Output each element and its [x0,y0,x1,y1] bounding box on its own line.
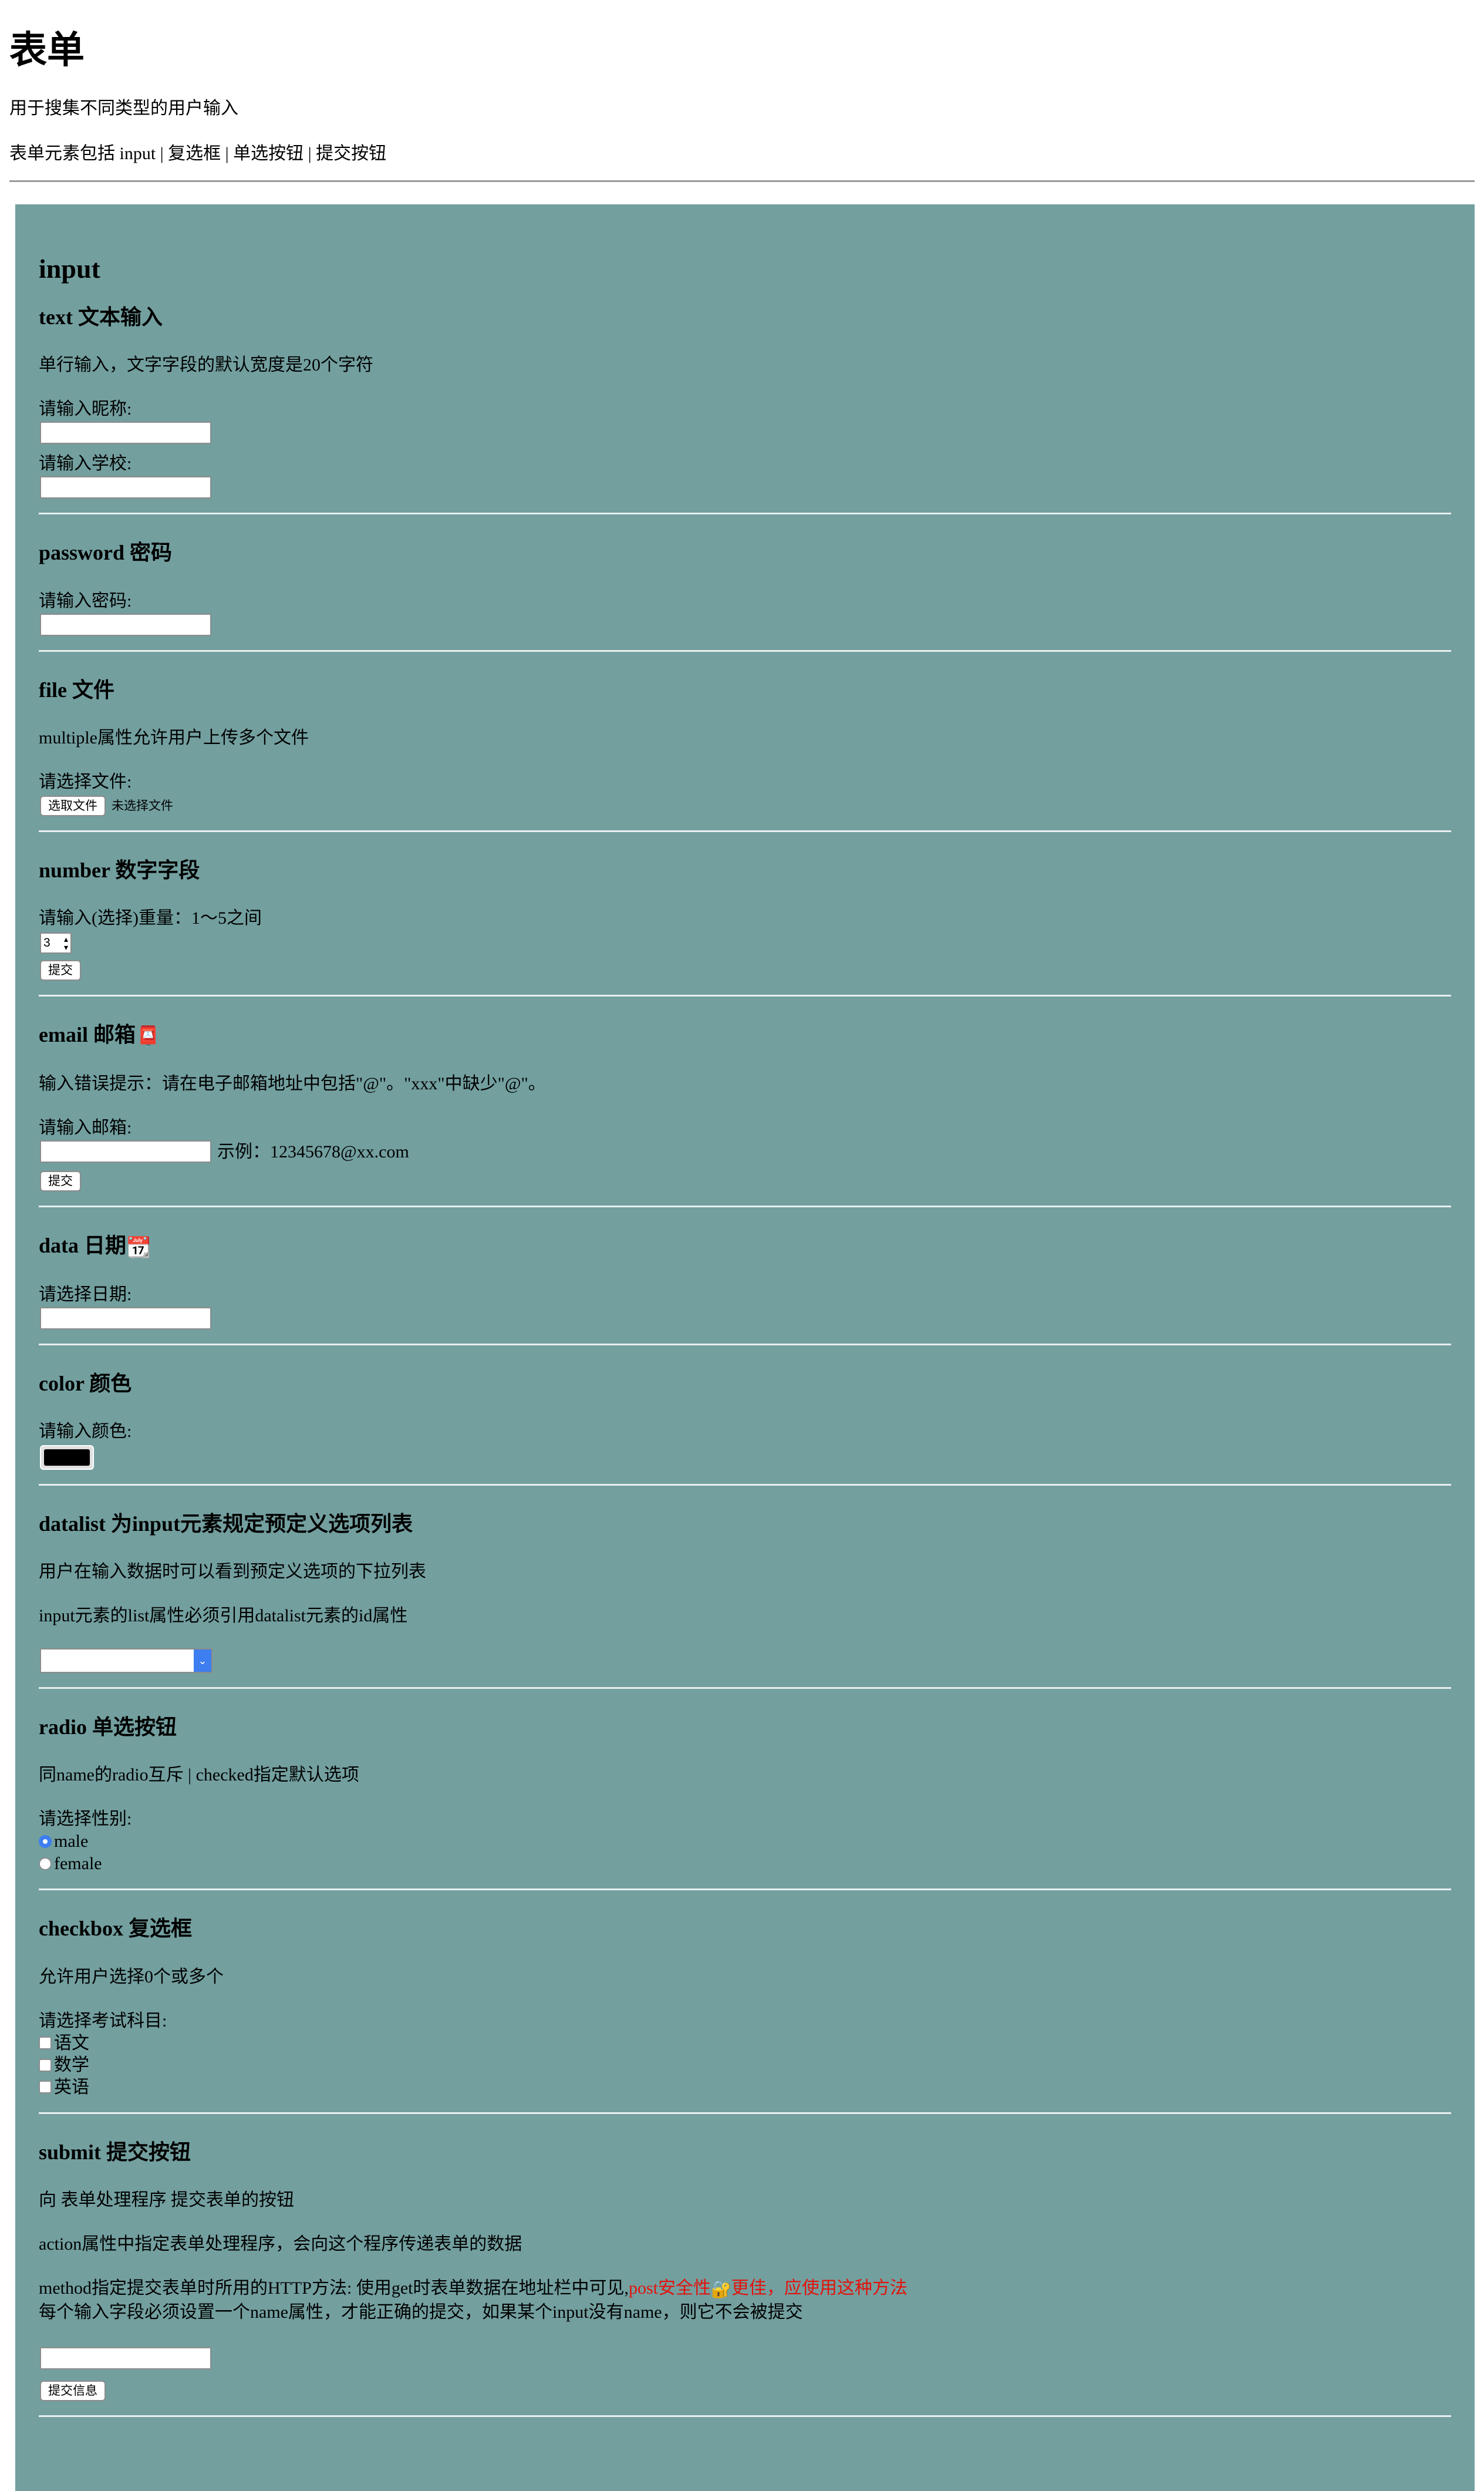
date-input[interactable] [40,1307,211,1329]
page: 表单 用于搜集不同类型的用户输入 表单元素包括 input | 复选框 | 单选… [9,0,1475,182]
number-value: 3 [43,935,50,950]
section-divider [39,1205,1451,1207]
password-input[interactable] [40,613,211,636]
post-recommend-text: 更佳，应使用这种方法 [731,2278,908,2298]
section-divider [39,513,1451,515]
email-heading: email 邮箱📮 [39,1022,1451,1049]
radio-description: 同name的radio互斥 | checked指定默认选项 [39,1765,359,1785]
checkbox-heading: checkbox 复选框 [39,1917,193,1941]
weight-number-input[interactable]: 3 ▴ ▾ [40,932,72,954]
date-label: 请选择日期: [39,1284,132,1304]
section-divider [39,994,1451,997]
submit-heading: submit 提交按钮 [39,2140,191,2165]
stepper-icon[interactable]: ▴ ▾ [64,935,68,951]
number-submit-button[interactable]: 提交 [40,960,81,981]
form-elements-summary: 表单元素包括 input | 复选框 | 单选按钮 | 提交按钮 [9,143,387,163]
email-row: 示例：12345678@xx.com [39,1140,1451,1163]
password-heading: password 密码 [39,541,173,565]
radio-male[interactable] [39,1835,52,1849]
top-divider [9,180,1475,182]
section-divider [39,1889,1451,1891]
radio-label-male: male [54,1832,89,1852]
file-picker: 选取文件 未选择文件 [39,795,1451,816]
number-label: 请输入(选择)重量：1～5之间 [39,908,262,928]
gender-label: 请选择性别: [39,1809,132,1829]
datalist-input[interactable]: ⌄ [40,1648,213,1674]
page-title: 表单 [9,29,85,71]
checkbox-english[interactable] [39,2081,52,2094]
method-description: method指定提交表单时所用的HTTP方法: 使用get时表单数据在地址栏中可… [39,2277,1451,2300]
checkbox-label-math: 数学 [54,2055,89,2075]
page-subtitle: 用于搜集不同类型的用户输入 [9,98,238,118]
lock-icon: 🔐 [711,2280,731,2300]
submit-description-2: action属性中指定表单处理程序，会向这个程序传递表单的数据 [39,2234,522,2254]
section-divider [39,1343,1451,1345]
datalist-description-2: input元素的list属性必须引用datalist元素的id属性 [39,1606,408,1626]
password-label: 请输入密码: [39,591,132,611]
form-container: input text 文本输入 单行输入，文字字段的默认宽度是20个字符 请输入… [15,204,1475,2491]
file-status: 未选择文件 [112,799,173,813]
nickname-input[interactable] [40,422,211,445]
date-heading: data 日期📆 [39,1233,1451,1260]
radio-option-female[interactable]: female [39,1853,1451,1875]
file-label: 请选择文件: [39,772,132,792]
checkbox-label-english: 英语 [54,2077,89,2097]
post-security-text: post安全性 [628,2278,711,2298]
input-heading: input [39,254,100,284]
school-input[interactable] [40,476,211,499]
color-swatch-fill [44,1449,90,1466]
section-divider [39,1484,1451,1486]
email-submit-button[interactable]: 提交 [40,1170,81,1191]
submit-description-1: 向 表单处理程序 提交表单的按钮 [39,2190,294,2210]
email-input[interactable] [40,1140,211,1163]
method-text: method指定提交表单时所用的HTTP方法: 使用get时表单数据在地址栏中可… [39,2278,629,2298]
section-divider [39,2112,1451,2115]
school-label: 请输入学校: [39,454,132,474]
datalist-heading: datalist 为input元素规定预定义选项列表 [39,1512,413,1536]
color-heading: color 颜色 [39,1371,132,1395]
email-title: email 邮箱 [39,1022,136,1046]
section-divider [39,649,1451,652]
date-title: data 日期 [39,1233,127,1257]
radio-female[interactable] [39,1857,52,1870]
submit-info-button[interactable]: 提交信息 [40,2380,106,2401]
checkbox-label-chinese: 语文 [54,2033,89,2053]
file-description: multiple属性允许用户上传多个文件 [39,728,309,748]
name-attribute-note: 每个输入字段必须设置一个name属性，才能正确的提交，如果某个input没有na… [39,2302,803,2322]
calendar-icon: 📆 [126,1236,151,1260]
nickname-label: 请输入昵称: [39,399,132,419]
checkbox-chinese[interactable] [39,2036,52,2050]
email-example: 示例：12345678@xx.com [217,1142,409,1162]
number-heading: number 数字字段 [39,858,200,882]
datalist-description-1: 用户在输入数据时可以看到预定义选项的下拉列表 [39,1562,426,1582]
email-error-hint: 输入错误提示：请在电子邮箱地址中包括"@"。"xxx"中缺少"@"。 [39,1073,546,1093]
mailbox-icon: 📮 [135,1024,161,1048]
section-divider [39,830,1451,832]
checkbox-option-math[interactable]: 数学 [39,2054,1451,2076]
subjects-label: 请选择考试科目: [39,2011,167,2031]
text-description: 单行输入，文字字段的默认宽度是20个字符 [39,355,373,375]
checkbox-option-chinese[interactable]: 语文 [39,2032,1451,2055]
chevron-down-icon[interactable]: ⌄ [194,1650,211,1672]
checkbox-description: 允许用户选择0个或多个 [39,1967,224,1987]
radio-option-male[interactable]: male [39,1830,1451,1853]
text-heading: text 文本输入 [39,305,163,329]
color-label: 请输入颜色: [39,1422,132,1442]
radio-label-female: female [54,1853,102,1873]
choose-file-button[interactable]: 选取文件 [40,795,106,816]
radio-heading: radio 单选按钮 [39,1715,177,1739]
section-divider [39,1687,1451,1689]
checkbox-option-english[interactable]: 英语 [39,2076,1451,2099]
color-picker[interactable] [40,1445,94,1470]
section-divider [39,2415,1451,2417]
checkbox-math[interactable] [39,2058,52,2072]
file-heading: file 文件 [39,678,114,702]
email-label: 请输入邮箱: [39,1117,132,1137]
datalist-field[interactable] [41,1650,194,1672]
info-input[interactable] [40,2347,211,2369]
